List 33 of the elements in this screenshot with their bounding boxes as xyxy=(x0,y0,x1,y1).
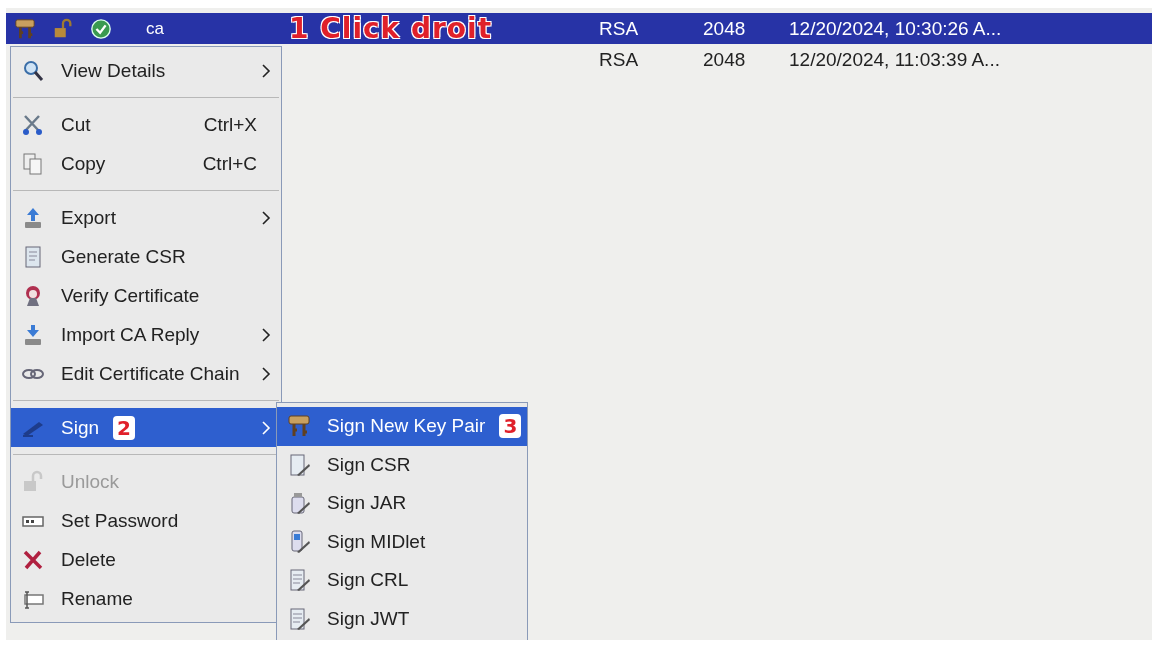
annotation-text: 1 Click droit xyxy=(289,11,492,45)
menu-item[interactable]: Export xyxy=(11,198,281,237)
date-cell: 12/20/2024, 11:03:39 A... xyxy=(789,48,1000,71)
copy-icon xyxy=(21,151,45,176)
padlock-icon xyxy=(52,17,74,40)
menu-item[interactable]: Edit Certificate Chain xyxy=(11,354,281,393)
date-cell: 12/20/2024, 10:30:26 A... xyxy=(789,17,1002,40)
key-size-cell-text: 2048 xyxy=(703,48,747,71)
table-row[interactable]: ca 1 Click droit RSA 2048 12/20/2024, 10:30:26 A... xyxy=(6,13,1152,44)
keys-icon xyxy=(287,414,311,439)
annotation-number: 2 xyxy=(113,415,135,440)
check-icon xyxy=(90,17,112,40)
search-icon xyxy=(21,58,45,83)
menu-item[interactable]: View Details xyxy=(11,51,281,90)
shortcut-text: Ctrl+X xyxy=(203,113,257,136)
list-pen-icon xyxy=(287,568,311,593)
menu-item[interactable]: Generate CSR xyxy=(11,237,281,276)
list-pen-icon xyxy=(287,606,311,631)
padlock-icon xyxy=(21,469,45,494)
menu-item[interactable]: Verify Certificate xyxy=(11,276,281,315)
keys-icon xyxy=(14,17,36,40)
document-pen-icon xyxy=(287,452,311,477)
shortcut-text: Ctrl+C xyxy=(202,152,257,175)
key-size-cell-text: 2048 xyxy=(703,17,747,40)
menu-item[interactable]: Cut Ctrl+X xyxy=(11,105,281,144)
menu-item[interactable]: Copy Ctrl+C xyxy=(11,144,281,183)
menu-item[interactable]: Sign New Key Pair 3 xyxy=(277,407,527,446)
menu-item[interactable]: Import CA Reply xyxy=(11,315,281,354)
algorithm-cell-text: RSA xyxy=(599,17,640,40)
table-row[interactable]: RSA 2048 12/20/2024, 11:03:39 A... xyxy=(289,44,1152,75)
alias-cell-text: ca xyxy=(146,18,165,39)
algorithm-cell-text: RSA xyxy=(599,48,640,71)
annotation-number: 3 xyxy=(499,414,522,439)
